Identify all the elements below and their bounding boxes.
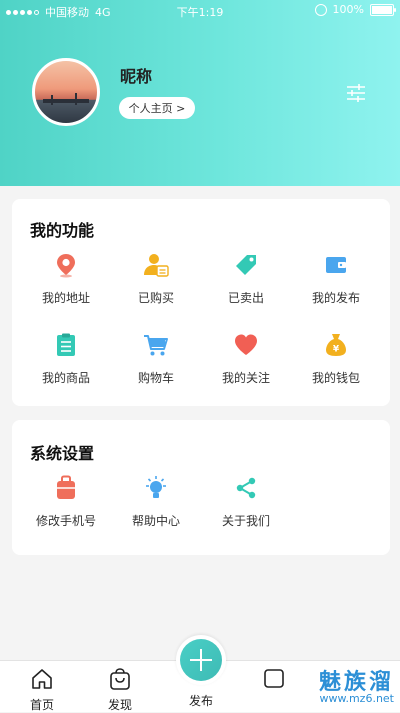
rotation-lock-icon [314,3,327,16]
function-label: 已购买 [137,291,174,305]
settings-item-about[interactable]: 关于我们 [200,475,292,535]
money-bag-icon: ¥ [326,334,346,356]
system-settings-card: 系统设置 修改手机号 帮助中心 关于我们 [12,420,390,555]
function-item-purchased[interactable]: 已购买 [110,252,202,312]
clipboard-list-icon [57,333,75,356]
nav-item-discover[interactable]: 发现 [90,661,150,712]
message-icon[interactable] [262,667,286,691]
shopping-cart-icon [144,335,168,356]
battery-icon [370,3,396,16]
settings-label: 修改手机号 [35,514,96,528]
function-item-wallet[interactable]: ¥ 我的钱包 [290,332,382,392]
function-label: 购物车 [137,371,174,385]
heart-icon [235,334,257,355]
settings-sliders-icon[interactable] [346,84,366,102]
home-icon [32,669,52,689]
function-label: 我的关注 [221,371,270,385]
avatar[interactable] [32,58,100,126]
status-bar: 中国移动 4G 下午1:19 100% [0,0,400,22]
function-label: 我的发布 [311,291,360,305]
nav-label-publish: 发布 [188,694,213,708]
wallet-card-icon [326,257,346,273]
function-item-cart[interactable]: 购物车 [110,332,202,392]
location-pin-icon [57,254,75,278]
function-label: 我的钱包 [311,371,360,385]
purchased-user-icon [144,254,169,277]
nav-label-home: 首页 [29,698,54,712]
nickname: 昵称 [120,67,153,86]
my-functions-title: 我的功能 [30,221,95,240]
function-item-my-goods[interactable]: 我的商品 [20,332,112,392]
function-item-following[interactable]: 我的关注 [200,332,292,392]
price-tag-icon [236,255,256,275]
shopping-bag-icon [110,668,130,690]
profile-header: 中国移动 4G 下午1:19 100% 昵称 个人主页 > [0,0,400,186]
function-item-my-posts[interactable]: 我的发布 [290,252,382,312]
plus-icon [180,639,222,681]
function-label: 我的地址 [41,291,90,305]
settings-item-change-phone[interactable]: 修改手机号 [20,475,112,535]
watermark: 魅族溜 www.mz6.net [319,664,394,705]
personal-homepage-button[interactable]: 个人主页 > [119,97,195,119]
settings-item-help[interactable]: 帮助中心 [110,475,202,535]
lightbulb-icon [146,476,166,498]
my-functions-card: 我的功能 我的地址 已购买 已卖出 我的发布 我的商品 购物车 我的关注 ¥ 我… [12,199,390,406]
settings-label: 关于我们 [221,514,270,528]
function-label: 已卖出 [227,291,264,305]
nav-label-discover: 发现 [107,698,132,712]
publish-button[interactable] [176,635,226,685]
system-settings-title: 系统设置 [30,444,95,463]
watermark-url: www.mz6.net [319,692,394,705]
settings-label: 帮助中心 [131,514,180,528]
svg-text:¥: ¥ [333,345,340,355]
function-label: 我的商品 [41,371,90,385]
battery-percent: 100% [332,3,364,16]
function-item-sold[interactable]: 已卖出 [200,252,292,312]
share-icon [236,477,256,499]
function-item-address[interactable]: 我的地址 [20,252,112,312]
nav-item-home[interactable]: 首页 [12,661,72,712]
phone-case-icon [57,475,75,499]
